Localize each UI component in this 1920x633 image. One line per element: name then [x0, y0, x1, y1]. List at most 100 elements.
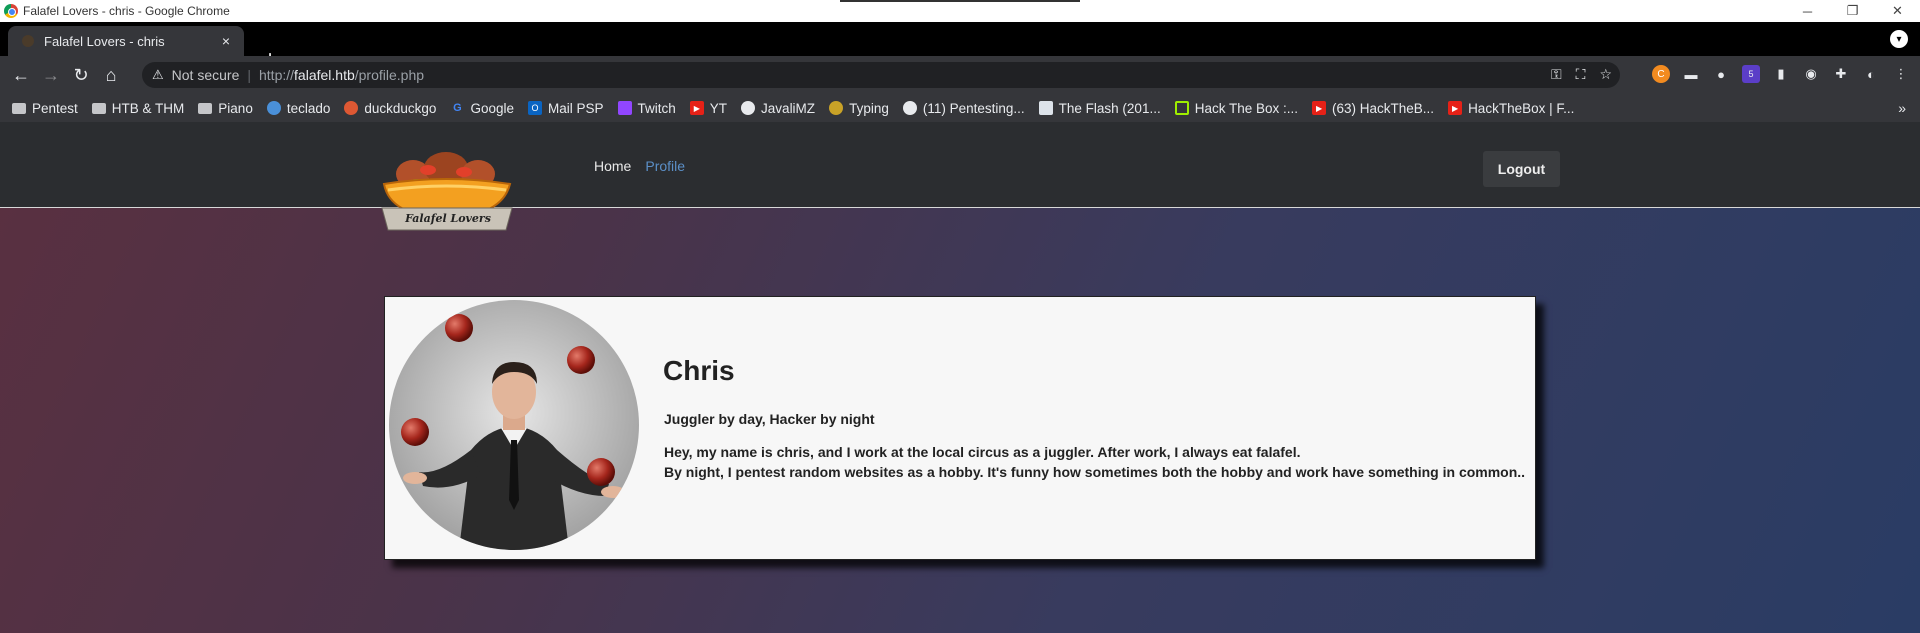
key-icon[interactable]: ⚿	[1551, 66, 1562, 83]
bookmark-label: JavaliMZ	[761, 100, 816, 116]
cookie-editor-icon[interactable]: C	[1652, 65, 1670, 83]
bookmark-item[interactable]: HTB & THM	[91, 100, 185, 116]
tab-search-icon[interactable]: ▾	[1890, 30, 1908, 48]
folder-icon	[12, 102, 26, 114]
tab-title: Falafel Lovers - chris	[44, 33, 165, 49]
profile-bio-line: Hey, my name is chris, and I work at the…	[664, 444, 1301, 460]
htb-icon	[1174, 101, 1189, 115]
window-controls: ─ ❐ ✕	[1785, 0, 1920, 22]
url-scheme[interactable]: http://	[259, 67, 294, 83]
youtube-icon: ▶	[1448, 101, 1463, 115]
bookmark-item[interactable]: Pentest	[12, 101, 78, 116]
site-nav-links: Home Profile	[594, 158, 685, 174]
typing-icon	[829, 101, 844, 115]
bookmark-label: The Flash (201...	[1058, 100, 1161, 116]
star-icon[interactable]: ☆	[1599, 66, 1612, 83]
extension-badge[interactable]: 5	[1742, 65, 1760, 83]
titlebar-divider	[840, 0, 1080, 2]
browser-toolbar: ← → ↻ ⌂ ⚠ Not secure | http://falafel.ht…	[0, 56, 1920, 94]
bookmark-label: Typing	[849, 100, 889, 116]
bookmark-label: Piano	[218, 100, 253, 116]
back-icon[interactable]: ←	[6, 60, 36, 90]
home-icon[interactable]: ⌂	[96, 60, 126, 90]
bookmark-label: Hack The Box :...	[1194, 100, 1299, 116]
page-viewport: Home Profile Logout Falafel Lovers Chris…	[0, 122, 1920, 633]
bookmark-item[interactable]: Twitch	[617, 100, 676, 116]
bookmark-label: Mail PSP	[547, 100, 604, 116]
bookmark-item[interactable]: ▶ (63) HackTheB...	[1312, 101, 1434, 116]
bookmark-item[interactable]: The Flash (201...	[1038, 100, 1161, 116]
bookmark-item[interactable]: teclado	[266, 100, 331, 116]
cookie-icon[interactable]: ●	[1712, 65, 1730, 83]
bookmark-label: (11) Pentesting...	[922, 100, 1025, 116]
bookmark-label: Twitch	[637, 100, 676, 116]
profile-name: Chris	[663, 355, 735, 386]
folder-icon	[198, 102, 213, 114]
profile-card: Chris Juggler by day, Hacker by night He…	[384, 296, 1536, 560]
logo-text: Falafel Lovers	[405, 212, 491, 225]
globe-icon	[266, 101, 281, 115]
omnibox-separator: |	[247, 67, 251, 83]
translate-icon[interactable]: ⛶	[1576, 66, 1586, 83]
site-logo[interactable]: Falafel Lovers	[378, 152, 516, 232]
menu-icon[interactable]: ⋮	[1892, 65, 1910, 83]
forward-icon[interactable]: →	[36, 60, 66, 90]
youtube-icon: ▶	[1312, 101, 1327, 115]
bookmark-label: YT	[709, 100, 728, 116]
profile-avatar-icon[interactable]: ◐	[1862, 65, 1880, 83]
bookmark-label: HTB & THM	[111, 100, 185, 116]
bookmark-label: HackTheBox | F...	[1468, 100, 1575, 116]
globe-icon	[902, 101, 917, 115]
bookmarks-overflow-icon[interactable]: »	[1898, 100, 1906, 116]
bookmark-label: duckduckgo	[364, 100, 437, 116]
bookmark-label: Pentest	[32, 100, 78, 116]
tab-active[interactable]: Falafel Lovers - chris ×	[8, 26, 244, 56]
profile-avatar	[389, 300, 639, 550]
bookmark-item[interactable]: O Mail PSP	[527, 100, 604, 116]
tab-close-icon[interactable]: ×	[216, 33, 236, 49]
bookmark-label: teclado	[286, 100, 331, 116]
film-icon	[1038, 101, 1053, 115]
profile-bio-line: By night, I pentest random websites as a…	[664, 464, 1526, 480]
juggler-photo	[389, 300, 639, 550]
bookmark-item[interactable]: Typing	[829, 101, 889, 116]
url-path[interactable]: /profile.php	[355, 67, 424, 83]
address-bar[interactable]: ⚠ Not secure | http://falafel.htb/profil…	[142, 62, 1620, 88]
bookmark-item[interactable]: ▶ HackTheBox | F...	[1448, 101, 1574, 116]
bookmark-item[interactable]: duckduckgo	[344, 101, 436, 116]
google-icon: G	[453, 102, 462, 114]
bookmark-label: (63) HackTheB...	[1332, 100, 1435, 116]
nav-home-link[interactable]: Home	[594, 158, 631, 174]
logout-button[interactable]: Logout	[1483, 151, 1560, 187]
twitch-icon	[617, 101, 632, 115]
outlook-icon: O	[527, 101, 542, 115]
restore-button[interactable]: ❐	[1830, 0, 1875, 22]
bookmark-item[interactable]: (11) Pentesting...	[902, 100, 1025, 116]
tab-strip: Falafel Lovers - chris × + ▾	[0, 22, 1920, 70]
github-icon	[741, 101, 756, 115]
bookmark-item[interactable]: ▶ YT	[689, 100, 728, 116]
puzzle-icon[interactable]: ✚	[1832, 65, 1850, 83]
nav-profile-link[interactable]: Profile	[645, 158, 685, 174]
folder-ext-icon[interactable]: ▮	[1772, 65, 1790, 83]
hat-icon[interactable]: ▬	[1682, 65, 1700, 83]
bookmark-item[interactable]: G Google	[450, 101, 514, 116]
warning-icon[interactable]: ⚠	[152, 67, 164, 83]
minimize-button[interactable]: ─	[1785, 0, 1830, 22]
bookmark-item[interactable]: Hack The Box :...	[1174, 100, 1299, 116]
bookmark-item[interactable]: JavaliMZ	[741, 101, 815, 116]
bookmarks-bar: Pentest HTB & THM Piano teclado duckduck…	[0, 94, 1920, 122]
chrome-logo-icon	[4, 4, 18, 18]
url-host[interactable]: falafel.htb	[294, 67, 355, 83]
close-window-button[interactable]: ✕	[1875, 0, 1920, 22]
falafel-favicon-icon	[22, 35, 34, 47]
duckduckgo-icon	[344, 101, 359, 115]
folder-icon	[91, 102, 106, 114]
security-label[interactable]: Not secure	[172, 67, 240, 83]
cookie2-icon[interactable]: ◉	[1802, 65, 1820, 83]
bookmark-item[interactable]: Piano	[198, 101, 253, 116]
reload-icon[interactable]: ↻	[66, 60, 96, 90]
site-navbar: Home Profile Logout	[0, 122, 1920, 208]
youtube-icon: ▶	[689, 101, 704, 115]
extensions-area: C ▬ ● 5 ▮ ◉ ✚ ◐ ⋮	[1652, 65, 1910, 83]
